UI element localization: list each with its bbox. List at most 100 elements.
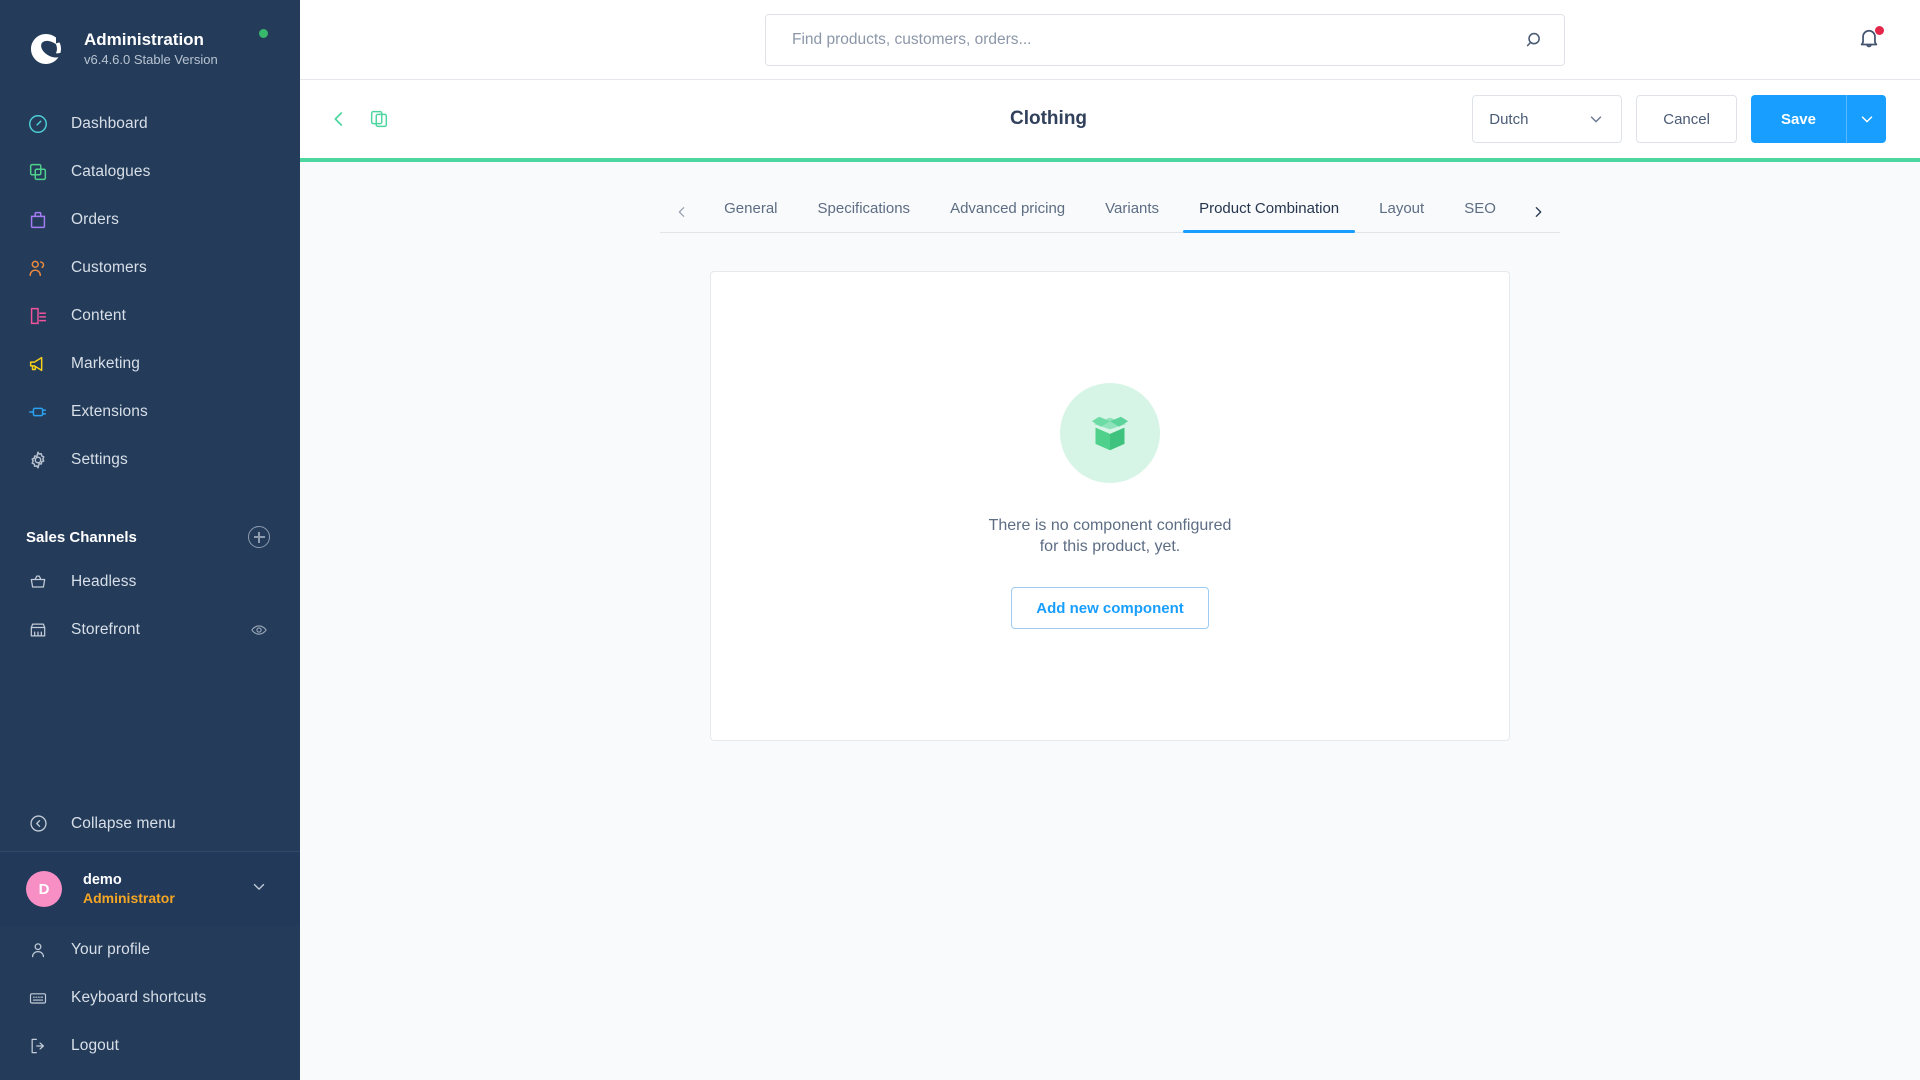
save-options-button[interactable] xyxy=(1846,95,1886,143)
top-bar xyxy=(300,0,1920,80)
empty-state-message-line2: for this product, yet. xyxy=(1039,538,1181,555)
duplicate-button[interactable] xyxy=(368,108,390,130)
tab-product-combination[interactable]: Product Combination xyxy=(1179,199,1359,233)
orders-icon xyxy=(26,208,50,232)
collapse-menu-button[interactable]: Collapse menu xyxy=(0,796,300,852)
sidebar-item-marketing[interactable]: Marketing xyxy=(0,340,300,388)
user-menu-item-label: Your profile xyxy=(71,941,151,958)
search-box[interactable] xyxy=(765,13,1565,66)
extensions-icon xyxy=(26,400,50,424)
brand-block[interactable]: Administration v6.4.6.0 Stable Version xyxy=(0,0,300,76)
sidebar-item-headless[interactable]: Headless xyxy=(0,558,300,606)
cancel-button[interactable]: Cancel xyxy=(1636,95,1737,143)
sidebar-item-label: Orders xyxy=(71,211,119,228)
tab-specifications[interactable]: Specifications xyxy=(798,199,931,232)
logout-icon xyxy=(26,1034,50,1058)
keyboard-icon xyxy=(26,986,50,1010)
settings-icon xyxy=(26,448,50,472)
notifications-button[interactable] xyxy=(1856,25,1886,55)
sales-channels-title: Sales Channels xyxy=(26,528,137,546)
tab-seo[interactable]: SEO xyxy=(1444,199,1516,232)
user-menu-item-keyboard-shortcuts[interactable]: Keyboard shortcuts xyxy=(0,974,300,1022)
marketing-icon xyxy=(26,352,50,376)
tab-layout[interactable]: Layout xyxy=(1359,199,1444,232)
tabs-scroll-right[interactable] xyxy=(1516,192,1560,232)
notification-badge xyxy=(1875,25,1884,35)
status-dot xyxy=(259,29,268,38)
add-sales-channel-button[interactable] xyxy=(248,526,270,548)
sidebar-item-label: Catalogues xyxy=(71,163,151,180)
sidebar-item-content[interactable]: Content xyxy=(0,292,300,340)
shopware-logo-icon xyxy=(26,29,66,69)
back-button[interactable] xyxy=(328,108,350,130)
collapse-menu-label: Collapse menu xyxy=(71,814,176,832)
search-icon[interactable] xyxy=(1524,29,1546,51)
tabs-container: General Specifications Advanced pricing … xyxy=(300,162,1920,233)
sidebar-item-label: Storefront xyxy=(71,621,141,638)
brand-title: Administration xyxy=(84,30,204,49)
sidebar-item-customers[interactable]: Customers xyxy=(0,244,300,292)
sidebar-item-storefront[interactable]: Storefront xyxy=(0,606,300,654)
eye-icon[interactable] xyxy=(250,621,268,639)
content-icon xyxy=(26,304,50,328)
user-name: demo xyxy=(83,872,122,888)
content-area: General Specifications Advanced pricing … xyxy=(300,162,1920,1080)
sidebar-item-label: Settings xyxy=(71,451,128,468)
main-area: Clothing Dutch Cancel Save xyxy=(300,0,1920,1080)
chevron-down-icon xyxy=(1861,116,1872,123)
search-input[interactable] xyxy=(766,14,1564,65)
sidebar-item-label: Dashboard xyxy=(71,115,148,132)
user-menu: Your profile Keyboard shortcuts Logout xyxy=(0,926,300,1080)
sidebar: Administration v6.4.6.0 Stable Version D… xyxy=(0,0,300,1080)
user-menu-item-label: Keyboard shortcuts xyxy=(71,989,207,1006)
sidebar-item-dashboard[interactable]: Dashboard xyxy=(0,100,300,148)
page-title: Clothing xyxy=(1010,108,1088,129)
tab-general[interactable]: General xyxy=(704,199,797,232)
dashboard-icon xyxy=(26,112,50,136)
user-profile-block[interactable]: D demo Administrator xyxy=(0,852,300,926)
collapse-icon xyxy=(26,812,50,836)
chevron-down-icon xyxy=(1587,110,1605,128)
customers-icon xyxy=(26,256,50,280)
global-search xyxy=(765,13,1565,66)
sidebar-item-orders[interactable]: Orders xyxy=(0,196,300,244)
sidebar-item-catalogues[interactable]: Catalogues xyxy=(0,148,300,196)
sidebar-item-extensions[interactable]: Extensions xyxy=(0,388,300,436)
add-new-component-button[interactable]: Add new component xyxy=(1011,587,1209,629)
app-root: Administration v6.4.6.0 Stable Version D… xyxy=(0,0,1920,1080)
page-header-actions: Dutch Cancel Save xyxy=(1472,95,1886,143)
tab-variants[interactable]: Variants xyxy=(1085,199,1179,232)
empty-state-message-line1: There is no component configured xyxy=(988,517,1232,534)
tab-list: General Specifications Advanced pricing … xyxy=(660,192,1560,233)
sidebar-item-label: Customers xyxy=(71,259,147,276)
sidebar-item-label: Marketing xyxy=(71,355,140,372)
chevron-left-icon xyxy=(334,112,343,126)
sidebar-item-label: Content xyxy=(71,307,126,324)
sales-channels-header: Sales Channels xyxy=(0,516,300,558)
save-button-group: Save xyxy=(1750,95,1886,143)
main-navigation: Dashboard Catalogues Orders Customers Co… xyxy=(0,100,300,484)
user-icon xyxy=(26,938,50,962)
empty-state-card: There is no component configured for thi… xyxy=(710,271,1510,741)
save-button[interactable]: Save xyxy=(1750,95,1846,143)
brand-version: v6.4.6.0 Stable Version xyxy=(84,52,218,67)
user-role: Administrator xyxy=(83,890,175,906)
language-value: Dutch xyxy=(1489,110,1529,128)
store-icon xyxy=(26,618,50,642)
avatar: D xyxy=(26,871,62,907)
sidebar-item-label: Extensions xyxy=(71,403,148,420)
sidebar-item-settings[interactable]: Settings xyxy=(0,436,300,484)
empty-state-message: There is no component configured for thi… xyxy=(989,515,1232,557)
user-menu-item-profile[interactable]: Your profile xyxy=(0,926,300,974)
duplicate-icon xyxy=(370,110,388,128)
chevron-right-icon xyxy=(1535,207,1542,217)
language-select[interactable]: Dutch xyxy=(1472,95,1623,143)
tabs-scroll-left[interactable] xyxy=(660,192,704,232)
page-header: Clothing Dutch Cancel Save xyxy=(300,80,1920,158)
chevron-down-icon[interactable] xyxy=(250,878,268,901)
catalogues-icon xyxy=(26,160,50,184)
user-menu-item-logout[interactable]: Logout xyxy=(0,1022,300,1070)
tab-advanced-pricing[interactable]: Advanced pricing xyxy=(930,199,1085,232)
sidebar-item-label: Headless xyxy=(71,573,137,590)
